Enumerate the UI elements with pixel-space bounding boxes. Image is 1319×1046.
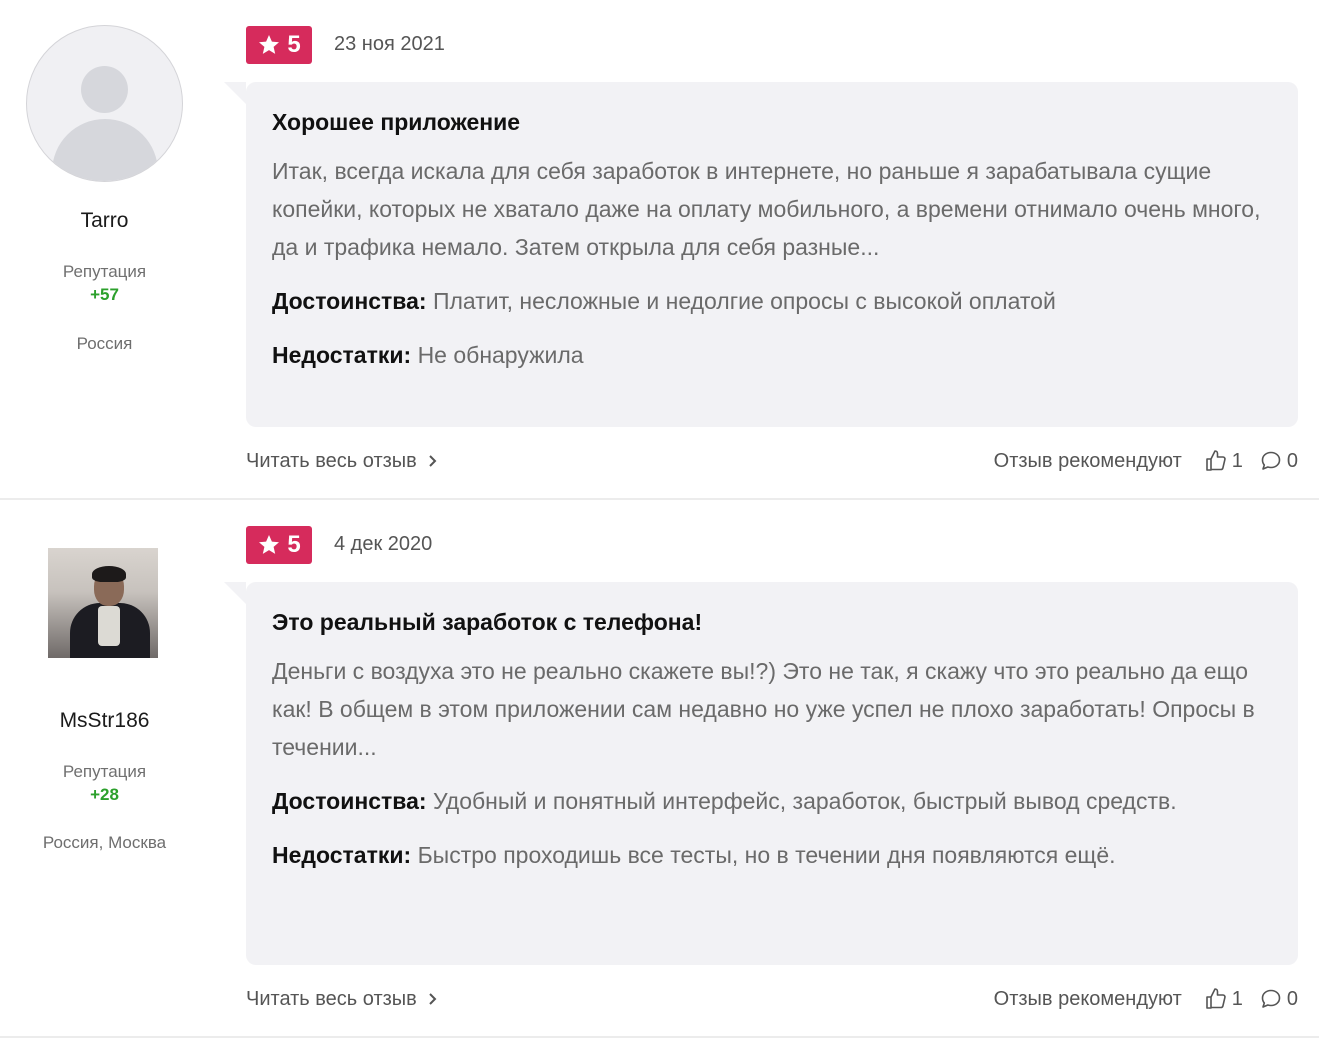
pros-text: Удобный и понятный интерфейс, заработок,…	[432, 788, 1177, 814]
review-date: 23 ноя 2021	[334, 33, 445, 55]
author-location: Россия, Москва	[42, 833, 167, 852]
comment-icon	[1261, 989, 1281, 1008]
review-title[interactable]: Хорошее приложение	[272, 106, 1272, 138]
cons-label: Недостатки:	[272, 842, 412, 868]
like-count: 1	[1231, 987, 1243, 1010]
reputation-value: +57	[90, 285, 119, 304]
read-more-link[interactable]: Читать весь отзыв	[246, 988, 439, 1011]
read-more-label: Читать весь отзыв	[246, 449, 417, 472]
review-footer: Читать весь отзыв Отзыв рекомендуют 1 0	[246, 446, 1298, 476]
comment-count: 0	[1286, 987, 1298, 1010]
cons-text: Быстро проходишь все тесты, но в течении…	[417, 842, 1116, 868]
author-location: Россия	[76, 334, 133, 353]
comment-icon	[1261, 451, 1281, 470]
reputation-label: Репутация	[62, 762, 147, 781]
review-cons: Недостатки: Не обнаружила	[272, 336, 1272, 374]
rating-value: 5	[287, 531, 301, 558]
read-more-label: Читать весь отзыв	[246, 987, 417, 1010]
recommend-label: Отзыв рекомендуют	[993, 987, 1182, 1010]
cons-label: Недостатки:	[272, 342, 412, 368]
like-button[interactable]: 1	[1204, 987, 1243, 1011]
rating-badge: 5	[246, 526, 312, 564]
pros-label: Достоинства:	[272, 288, 427, 314]
chevron-right-icon	[429, 455, 437, 467]
pros-label: Достоинства:	[272, 788, 427, 814]
review-card: MsStr186 Репутация +28 Россия, Москва 5 …	[0, 500, 1319, 1038]
like-button[interactable]: 1	[1204, 449, 1243, 473]
review-cons: Недостатки: Быстро проходишь все тесты, …	[272, 836, 1272, 874]
cons-text: Не обнаружила	[417, 342, 584, 368]
avatar[interactable]	[48, 548, 158, 658]
reputation-label: Репутация	[62, 262, 147, 281]
rating-badge: 5	[246, 26, 312, 64]
comment-button[interactable]: 0	[1259, 449, 1298, 473]
recommend-label: Отзыв рекомендуют	[993, 449, 1182, 472]
thumbs-up-icon	[1205, 450, 1226, 471]
star-icon	[259, 535, 280, 554]
avatar[interactable]	[26, 25, 183, 182]
review-actions: Отзыв рекомендуют 1 0	[994, 987, 1298, 1011]
review-pros: Достоинства: Удобный и понятный интерфей…	[272, 782, 1272, 820]
review-pros: Достоинства: Платит, несложные и недолги…	[272, 282, 1272, 320]
comment-count: 0	[1286, 449, 1298, 472]
review-actions: Отзыв рекомендуют 1 0	[994, 449, 1298, 473]
rating-value: 5	[287, 31, 301, 58]
thumbs-up-icon	[1205, 988, 1226, 1009]
review-title[interactable]: Это реальный заработок с телефона!	[272, 606, 1272, 638]
review-body: Хорошее приложение Итак, всегда искала д…	[224, 82, 1298, 427]
author-name[interactable]: MsStr186	[0, 709, 209, 733]
review-text: Деньги с воздуха это не реально скажете …	[272, 658, 1255, 760]
author-name[interactable]: Tarro	[0, 209, 209, 233]
chevron-right-icon	[429, 993, 437, 1005]
review-text: Итак, всегда искала для себя заработок в…	[272, 158, 1261, 260]
read-more-link[interactable]: Читать весь отзыв	[246, 450, 439, 473]
review-footer: Читать весь отзыв Отзыв рекомендуют 1 0	[246, 984, 1298, 1014]
user-placeholder-icon	[26, 25, 183, 182]
like-count: 1	[1231, 449, 1243, 472]
review-card: Tarro Репутация +57 Россия 5 23 ноя 2021…	[0, 0, 1319, 500]
review-date: 4 дек 2020	[334, 533, 433, 555]
comment-button[interactable]: 0	[1259, 987, 1298, 1011]
review-body: Это реальный заработок с телефона! Деньг…	[224, 582, 1298, 965]
pros-text: Платит, несложные и недолгие опросы с вы…	[432, 288, 1056, 314]
star-icon	[259, 35, 280, 54]
reputation-value: +28	[90, 785, 119, 804]
